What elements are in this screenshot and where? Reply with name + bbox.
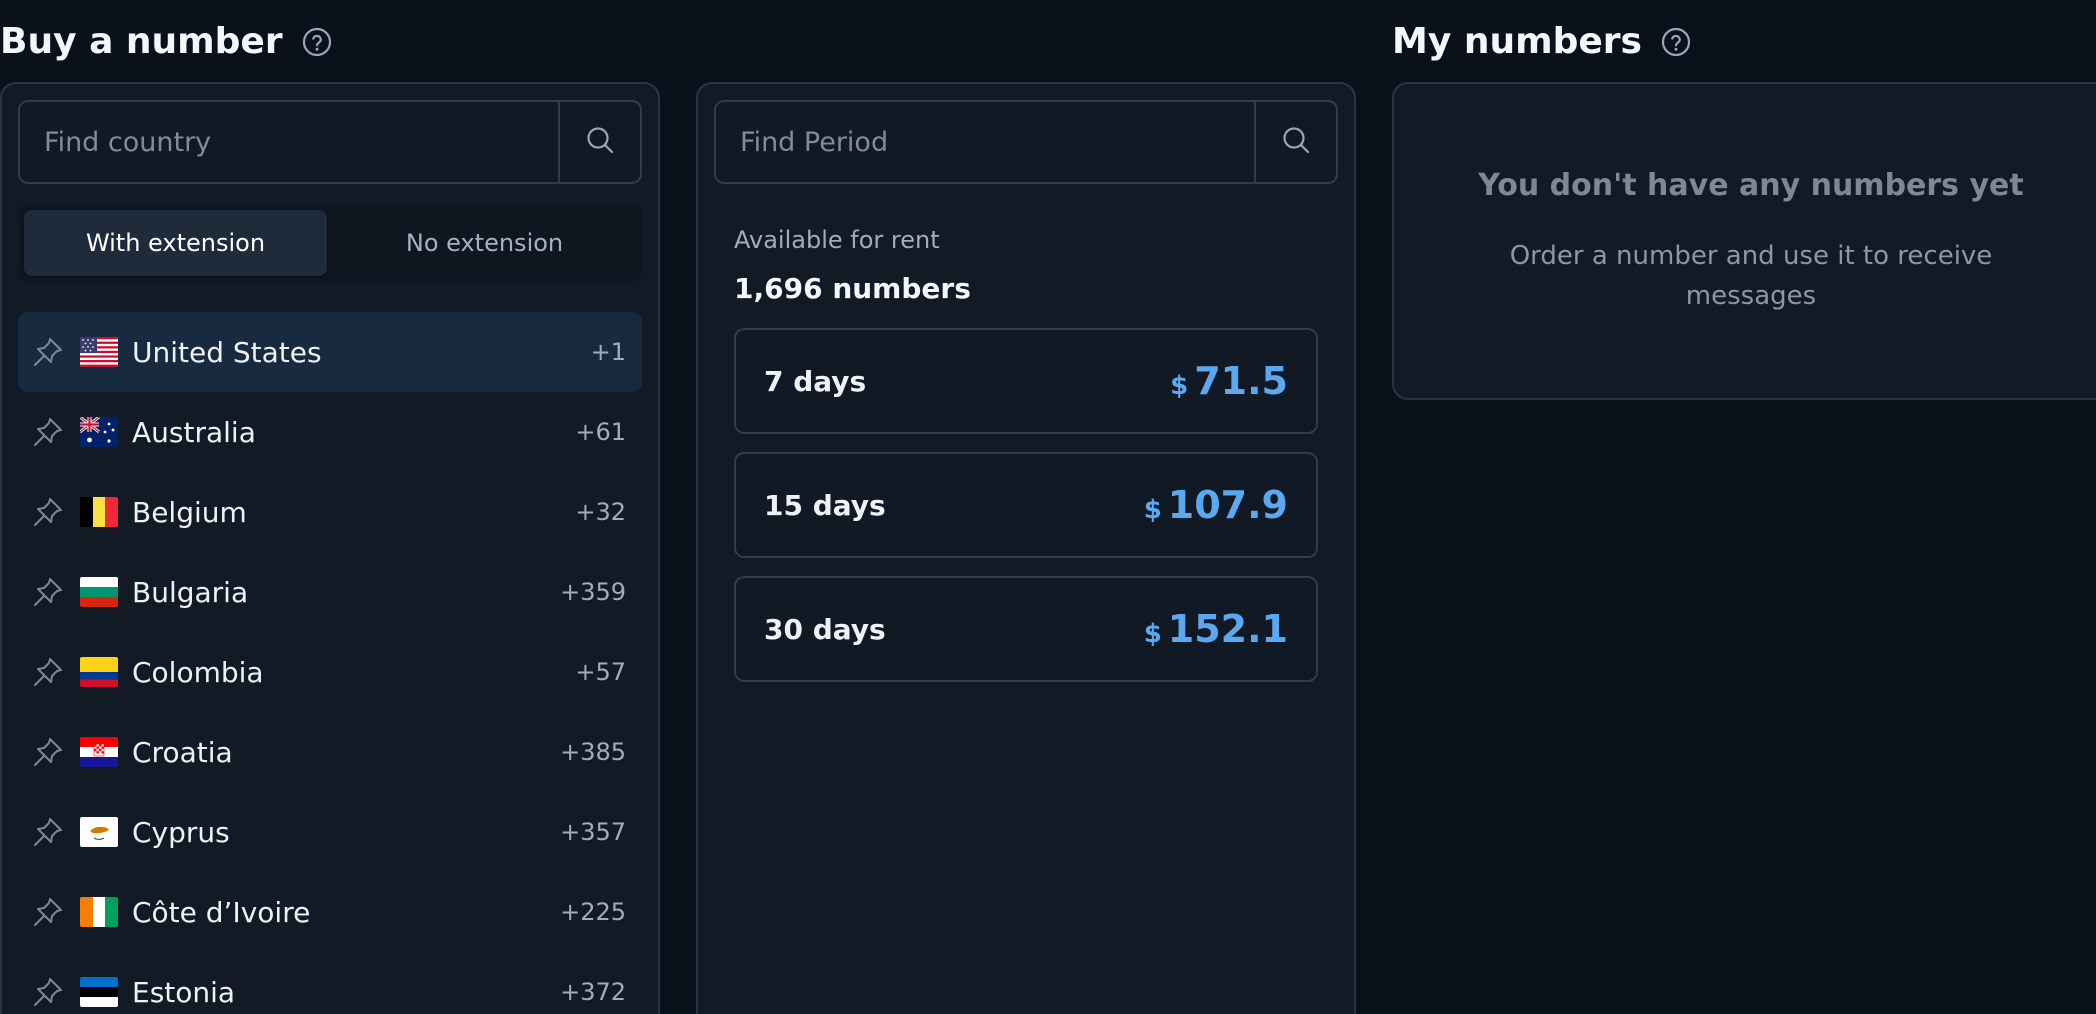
country-row[interactable]: Cyprus +357 [18, 792, 642, 872]
period-price: $ 107.9 [1144, 483, 1288, 527]
period-search-button[interactable] [1254, 102, 1336, 182]
country-name: United States [132, 335, 322, 369]
country-name: Côte d’Ivoire [132, 895, 311, 929]
period-search [714, 100, 1338, 184]
country-row[interactable]: Australia +61 [18, 392, 642, 472]
available-label: Available for rent [734, 226, 940, 254]
my-numbers-header: My numbers [1392, 24, 1692, 60]
search-icon [585, 125, 615, 159]
country-row[interactable]: Bulgaria +359 [18, 552, 642, 632]
flag-ci-icon [80, 897, 118, 927]
country-list: United States +1 Australia +61 Belgium +… [18, 312, 642, 1014]
country-code: +61 [575, 418, 626, 446]
tab-with-extension[interactable]: With extension [24, 210, 327, 276]
my-numbers-panel: You don't have any numbers yet Order a n… [1392, 82, 2096, 400]
country-name: Croatia [132, 735, 233, 769]
period-panel: Available for rent 1,696 numbers 7 days … [696, 82, 1356, 1014]
country-name: Australia [132, 415, 256, 449]
my-numbers-title: My numbers [1392, 21, 1642, 62]
price-value: 152.1 [1167, 607, 1288, 651]
empty-state-description: Order a number and use it to receive mes… [1509, 241, 1993, 311]
price-currency: $ [1143, 619, 1162, 649]
tab-no-extension[interactable]: No extension [333, 210, 636, 276]
flag-ee-icon [80, 977, 118, 1007]
search-icon [1281, 125, 1311, 159]
period-option-15-days[interactable]: 15 days $ 107.9 [734, 452, 1318, 558]
period-label: 7 days [764, 364, 867, 398]
flag-us-icon [80, 337, 118, 367]
period-option-30-days[interactable]: 30 days $ 152.1 [734, 576, 1318, 682]
country-code: +1 [590, 338, 626, 366]
flag-co-icon [80, 657, 118, 687]
country-code: +385 [560, 738, 626, 766]
pin-icon[interactable] [30, 974, 66, 1010]
country-code: +32 [575, 498, 626, 526]
country-row[interactable]: Estonia +372 [18, 952, 642, 1014]
flag-be-icon [80, 497, 118, 527]
period-price: $ 152.1 [1144, 607, 1288, 651]
pin-icon[interactable] [30, 494, 66, 530]
extension-toggle: With extension No extension [18, 204, 642, 282]
flag-hr-icon [80, 737, 118, 767]
country-code: +357 [560, 818, 626, 846]
pin-icon[interactable] [30, 734, 66, 770]
pin-icon[interactable] [30, 894, 66, 930]
country-panel: With extension No extension United State… [0, 82, 660, 1014]
flag-au-icon [80, 417, 118, 447]
country-code: +57 [575, 658, 626, 686]
help-icon[interactable] [1660, 26, 1692, 58]
country-row[interactable]: Belgium +32 [18, 472, 642, 552]
price-value: 107.9 [1167, 483, 1288, 527]
country-row[interactable]: Colombia +57 [18, 632, 642, 712]
period-label: 15 days [764, 488, 886, 522]
help-icon[interactable] [301, 26, 333, 58]
country-name: Cyprus [132, 815, 230, 849]
flag-cy-icon [80, 817, 118, 847]
pin-icon[interactable] [30, 414, 66, 450]
period-price: $ 71.5 [1170, 359, 1288, 403]
country-code: +225 [560, 898, 626, 926]
buy-number-title: Buy a number [0, 21, 283, 62]
pin-icon[interactable] [30, 814, 66, 850]
period-search-input[interactable] [716, 102, 1254, 182]
country-name: Belgium [132, 495, 247, 529]
country-row[interactable]: Côte d’Ivoire +225 [18, 872, 642, 952]
buy-number-header: Buy a number [0, 24, 333, 60]
country-row[interactable]: Croatia +385 [18, 712, 642, 792]
country-name: Bulgaria [132, 575, 249, 609]
price-currency: $ [1143, 495, 1162, 525]
pin-icon[interactable] [30, 574, 66, 610]
country-search [18, 100, 642, 184]
price-currency: $ [1170, 371, 1189, 401]
country-search-input[interactable] [20, 102, 558, 182]
pin-icon[interactable] [30, 334, 66, 370]
country-name: Estonia [132, 975, 236, 1009]
country-row[interactable]: United States +1 [18, 312, 642, 392]
available-count: 1,696 numbers [734, 272, 971, 305]
pin-icon[interactable] [30, 654, 66, 690]
country-name: Colombia [132, 655, 264, 689]
country-code: +372 [560, 978, 626, 1006]
period-option-7-days[interactable]: 7 days $ 71.5 [734, 328, 1318, 434]
country-code: +359 [560, 578, 626, 606]
price-value: 71.5 [1194, 359, 1288, 403]
flag-bg-icon [80, 577, 118, 607]
empty-state-title: You don't have any numbers yet [1478, 168, 2024, 203]
period-label: 30 days [764, 612, 886, 646]
country-search-button[interactable] [558, 102, 640, 182]
